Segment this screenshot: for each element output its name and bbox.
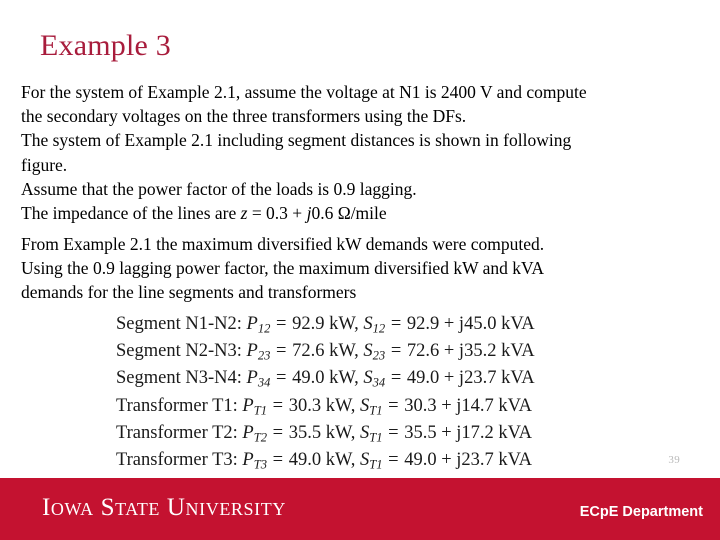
equals-sign: = (271, 314, 292, 334)
real-power-symbol: PT1 (242, 395, 268, 418)
equals-sign: = (271, 341, 292, 362)
separator-comma: , (354, 314, 364, 334)
apparent-power-symbol: ST1 (359, 422, 383, 445)
real-power-value: 49.0 kW (288, 450, 351, 471)
apparent-power-subscript: T1 (369, 457, 383, 472)
real-power-symbol: PT3 (242, 450, 268, 472)
intro-line-4: figure. (21, 154, 68, 175)
equation-row: Segment N1-N2: P12 = 92.9 kW, S12 = 92.9… (116, 311, 535, 338)
equation-list: Segment N1-N2: P12 = 92.9 kW, S12 = 92.9… (116, 311, 535, 474)
equals-sign: = (271, 368, 292, 389)
equals-sign: = (383, 395, 404, 416)
demands-line-3: demands for the line segments and transf… (21, 282, 357, 303)
impedance-mid: = 0.3 + (247, 203, 307, 224)
demands-line-1: From Example 2.1 the maximum diversified… (21, 234, 545, 254)
demands-paragraph: From Example 2.1 the maximum diversified… (21, 232, 697, 305)
equals-sign: = (383, 450, 404, 471)
equals-sign: = (268, 395, 288, 416)
apparent-power-value: 49.0 + j23.7 kVA (406, 368, 535, 389)
equation-label: Transformer T2: (116, 422, 243, 443)
apparent-power-value: 72.6 + j35.2 kVA (406, 341, 535, 362)
apparent-power-symbol: S12 (363, 314, 386, 336)
real-power-subscript: 23 (257, 348, 271, 363)
separator-comma: , (350, 450, 360, 471)
equation-row: Transformer T2: PT2 = 35.5 kW, ST1 = 35.… (116, 420, 535, 447)
apparent-power-subscript: T1 (369, 403, 383, 418)
equation-label: Segment N2-N3: (116, 341, 247, 362)
intro-line-5: Assume that the power factor of the load… (21, 178, 417, 199)
apparent-power-subscript: 34 (372, 375, 386, 390)
equation-label: Segment N1-N2: (116, 314, 247, 334)
apparent-power-subscript: T1 (369, 430, 383, 445)
slide-number: 39 (668, 454, 680, 466)
real-power-value: 92.9 kW (292, 314, 355, 334)
real-power-value: 35.5 kW (288, 422, 351, 443)
separator-comma: , (354, 341, 364, 362)
real-power-symbol: P34 (246, 368, 271, 390)
equals-sign: = (386, 314, 406, 334)
apparent-power-symbol: S23 (363, 341, 386, 363)
equation-row: Segment N2-N3: P23 = 72.6 kW, S23 = 72.6… (116, 338, 535, 365)
separator-comma: , (354, 368, 364, 389)
page-title: Example 3 (40, 29, 171, 62)
real-power-value: 30.3 kW (288, 395, 351, 416)
intro-paragraph: For the system of Example 2.1, assume th… (21, 80, 697, 225)
intro-line-3: The system of Example 2.1 including segm… (21, 130, 572, 151)
real-power-symbol: P12 (246, 314, 271, 336)
real-power-subscript: 34 (257, 375, 271, 390)
separator-comma: , (350, 395, 360, 416)
demands-line-2: Using the 0.9 lagging power factor, the … (21, 258, 545, 279)
slide: Example 3 For the system of Example 2.1,… (0, 0, 720, 540)
footer-bar: Iowa State University ECpE Department (0, 478, 720, 540)
department-label: ECpE Department (579, 504, 703, 520)
real-power-symbol: PT2 (242, 422, 268, 445)
real-power-subscript: 12 (257, 321, 271, 336)
equals-sign: = (268, 450, 288, 471)
equation-row: Transformer T3: PT3 = 49.0 kW, ST1 = 49.… (116, 447, 535, 474)
real-power-subscript: T3 (253, 457, 268, 472)
equals-sign: = (386, 341, 406, 362)
apparent-power-symbol: S34 (363, 368, 386, 390)
iowa-state-university-logo: Iowa State University (42, 494, 286, 521)
equals-sign: = (268, 422, 288, 443)
apparent-power-subscript: 23 (372, 348, 386, 363)
real-power-value: 72.6 kW (292, 341, 355, 362)
equation-label: Transformer T1: (116, 395, 243, 416)
real-power-subscript: T1 (253, 403, 268, 418)
impedance-suffix: 0.6 Ω/mile (311, 203, 387, 224)
apparent-power-value: 49.0 + j23.7 kVA (404, 450, 533, 471)
equals-sign: = (383, 422, 404, 443)
apparent-power-symbol: ST1 (359, 450, 383, 472)
separator-comma: , (350, 422, 360, 443)
apparent-power-symbol: ST1 (359, 395, 383, 418)
impedance-prefix: The impedance of the lines are (21, 203, 241, 224)
real-power-subscript: T2 (253, 430, 268, 445)
apparent-power-value: 92.9 + j45.0 kVA (406, 314, 535, 334)
apparent-power-value: 35.5 + j17.2 kVA (404, 422, 533, 443)
impedance-line: The impedance of the lines are z = 0.3 +… (21, 201, 697, 225)
intro-line-1: For the system of Example 2.1, assume th… (21, 82, 587, 102)
equation-label: Transformer T3: (116, 450, 243, 471)
equation-row: Segment N3-N4: P34 = 49.0 kW, S34 = 49.0… (116, 365, 535, 392)
real-power-symbol: P23 (246, 341, 271, 363)
intro-line-2: the secondary voltages on the three tran… (21, 106, 467, 127)
apparent-power-subscript: 12 (372, 321, 386, 336)
apparent-power-value: 30.3 + j14.7 kVA (404, 395, 533, 416)
equals-sign: = (386, 368, 406, 389)
real-power-value: 49.0 kW (292, 368, 355, 389)
equation-row: Transformer T1: PT1 = 30.3 kW, ST1 = 30.… (116, 393, 535, 420)
equation-label: Segment N3-N4: (116, 368, 247, 389)
